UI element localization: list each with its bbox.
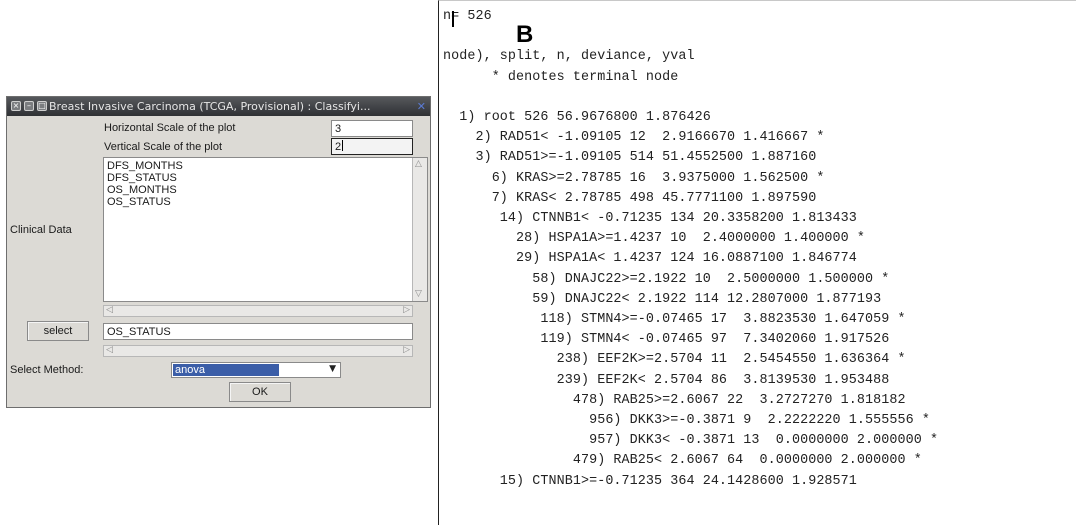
minimize-icon[interactable]: – [24, 101, 34, 111]
console-output-panel: B n= 526 node), split, n, deviance, yval … [438, 0, 1076, 525]
console-line: 59) DNAJC22< 2.1922 114 12.2807000 1.877… [443, 291, 882, 307]
clinical-data-label: Clinical Data [10, 224, 72, 236]
scroll-up-arrow-icon[interactable]: △ [415, 160, 422, 169]
selected-variable-field[interactable]: OS_STATUS [103, 323, 413, 340]
horizontal-scale-label: Horizontal Scale of the plot [104, 122, 236, 134]
maximize-icon[interactable]: □ [37, 101, 47, 111]
clinical-data-list[interactable]: DFS_MONTHS DFS_STATUS OS_MONTHS OS_STATU… [103, 157, 428, 302]
console-line: 7) KRAS< 2.78785 498 45.7771100 1.897590 [443, 190, 817, 206]
list-vertical-scrollbar[interactable]: △ ▽ [412, 158, 427, 301]
console-line: 3) RAD51>=-1.09105 514 51.4552500 1.8871… [443, 150, 817, 166]
console-line: 58) DNAJC22>=2.1922 10 2.5000000 1.50000… [443, 271, 890, 287]
list-item[interactable]: OS_STATUS [107, 196, 183, 208]
chevron-down-icon[interactable]: ▼ [329, 364, 336, 374]
console-line: 956) DKK3>=-0.3871 9 2.2222220 1.555556 … [443, 413, 930, 428]
console-line: 119) STMN4< -0.07465 97 7.3402060 1.9175… [443, 332, 890, 348]
text-caret [342, 140, 344, 151]
scroll-down-arrow-icon[interactable]: ▽ [415, 290, 422, 299]
text-cursor [452, 11, 454, 27]
classify-dialog-window: × – □ Breast Invasive Carcinoma (TCGA, P… [6, 96, 431, 408]
console-line: 957) DKK3< -0.3871 13 0.0000000 2.000000… [443, 433, 939, 449]
method-dropdown-value: anova [173, 364, 279, 376]
console-line: 238) EEF2K>=2.5704 11 2.5454550 1.636364… [443, 352, 906, 368]
console-line: 2) RAD51< -1.09105 12 2.9166670 1.416667… [443, 130, 825, 146]
list-item[interactable]: OS_MONTHS [107, 184, 183, 196]
console-line: node), split, n, deviance, yval [443, 49, 695, 65]
select-button[interactable]: select [27, 321, 89, 341]
console-line: 15) CTNNB1>=-0.71235 364 24.1428600 1.92… [443, 473, 857, 489]
vertical-scale-label: Vertical Scale of the plot [104, 141, 223, 153]
horizontal-scale-input[interactable]: 3 [331, 120, 413, 137]
dialog-title-bar[interactable]: × – □ Breast Invasive Carcinoma (TCGA, P… [7, 97, 430, 116]
vertical-scale-value: 2 [335, 141, 342, 153]
dialog-title: Breast Invasive Carcinoma (TCGA, Provisi… [49, 100, 371, 113]
app-icon: ✕ [416, 100, 426, 113]
console-line: 1) root 526 56.9676800 1.876426 [443, 110, 711, 125]
console-line: n= 526 [443, 9, 492, 24]
select-method-label: Select Method: [10, 364, 84, 376]
console-line: 118) STMN4>=-0.07465 17 3.8823530 1.6470… [443, 312, 906, 327]
console-line: * denotes terminal node [443, 69, 679, 85]
console-line: 29) HSPA1A< 1.4237 124 16.0887100 1.8467… [443, 251, 857, 267]
scroll-left-arrow-icon[interactable]: ◁ [106, 346, 113, 355]
vertical-scale-input[interactable]: 2 [331, 138, 413, 155]
close-icon[interactable]: × [11, 101, 21, 111]
console-line: 14) CTNNB1< -0.71235 134 20.3358200 1.81… [443, 211, 857, 226]
console-line: 239) EEF2K< 2.5704 86 3.8139530 1.953488 [443, 372, 890, 388]
ok-button[interactable]: OK [229, 382, 291, 402]
method-dropdown[interactable]: anova ▼ [171, 362, 341, 378]
console-line: 6) KRAS>=2.78785 16 3.9375000 1.562500 * [443, 170, 825, 186]
console-line: 28) HSPA1A>=1.4237 10 2.4000000 1.400000… [443, 231, 866, 247]
scroll-right-arrow-icon[interactable]: ▷ [403, 306, 410, 315]
scroll-right-arrow-icon[interactable]: ▷ [403, 346, 410, 355]
panel-label-b: B [516, 21, 534, 48]
list-item[interactable]: DFS_STATUS [107, 172, 183, 184]
selected-field-horizontal-scrollbar[interactable]: ◁ ▷ [103, 345, 413, 357]
console-line: 479) RAB25< 2.6067 64 0.0000000 2.000000… [443, 453, 922, 469]
scroll-left-arrow-icon[interactable]: ◁ [106, 306, 113, 315]
list-item[interactable]: DFS_MONTHS [107, 160, 183, 172]
console-line: 478) RAB25>=2.6067 22 3.2727270 1.818182 [443, 392, 906, 408]
list-horizontal-scrollbar[interactable]: ◁ ▷ [103, 305, 413, 317]
